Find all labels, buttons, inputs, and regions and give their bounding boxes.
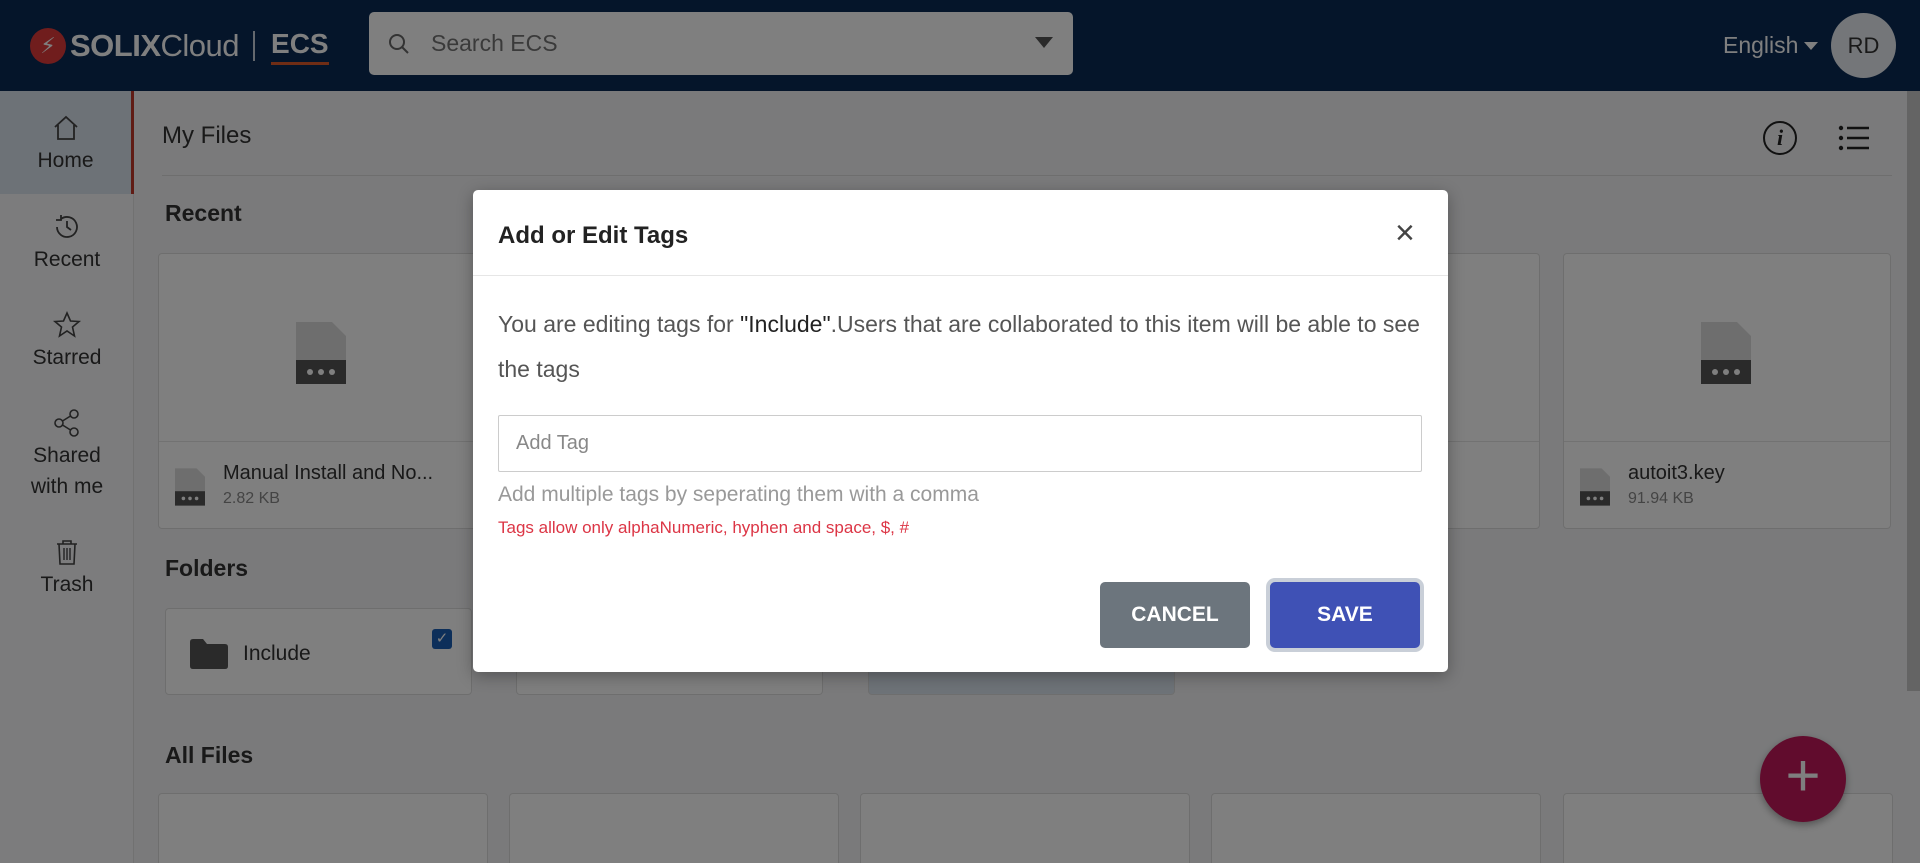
tag-input[interactable] xyxy=(498,415,1422,472)
desc-item-name: "Include" xyxy=(740,311,831,337)
close-icon[interactable]: × xyxy=(1395,216,1415,250)
dialog-title: Add or Edit Tags xyxy=(498,222,689,249)
edit-tags-dialog: Add or Edit Tags × You are editing tags … xyxy=(473,190,1448,672)
save-button[interactable]: SAVE xyxy=(1270,582,1420,648)
tag-hint: Add multiple tags by seperating them wit… xyxy=(498,483,979,506)
tag-validation-message: Tags allow only alphaNumeric, hyphen and… xyxy=(498,518,910,537)
desc-prefix: You are editing tags for xyxy=(498,311,741,337)
cancel-button[interactable]: CANCEL xyxy=(1100,582,1250,648)
dialog-description: You are editing tags for "Include".Users… xyxy=(498,302,1428,392)
dialog-divider xyxy=(473,275,1448,276)
